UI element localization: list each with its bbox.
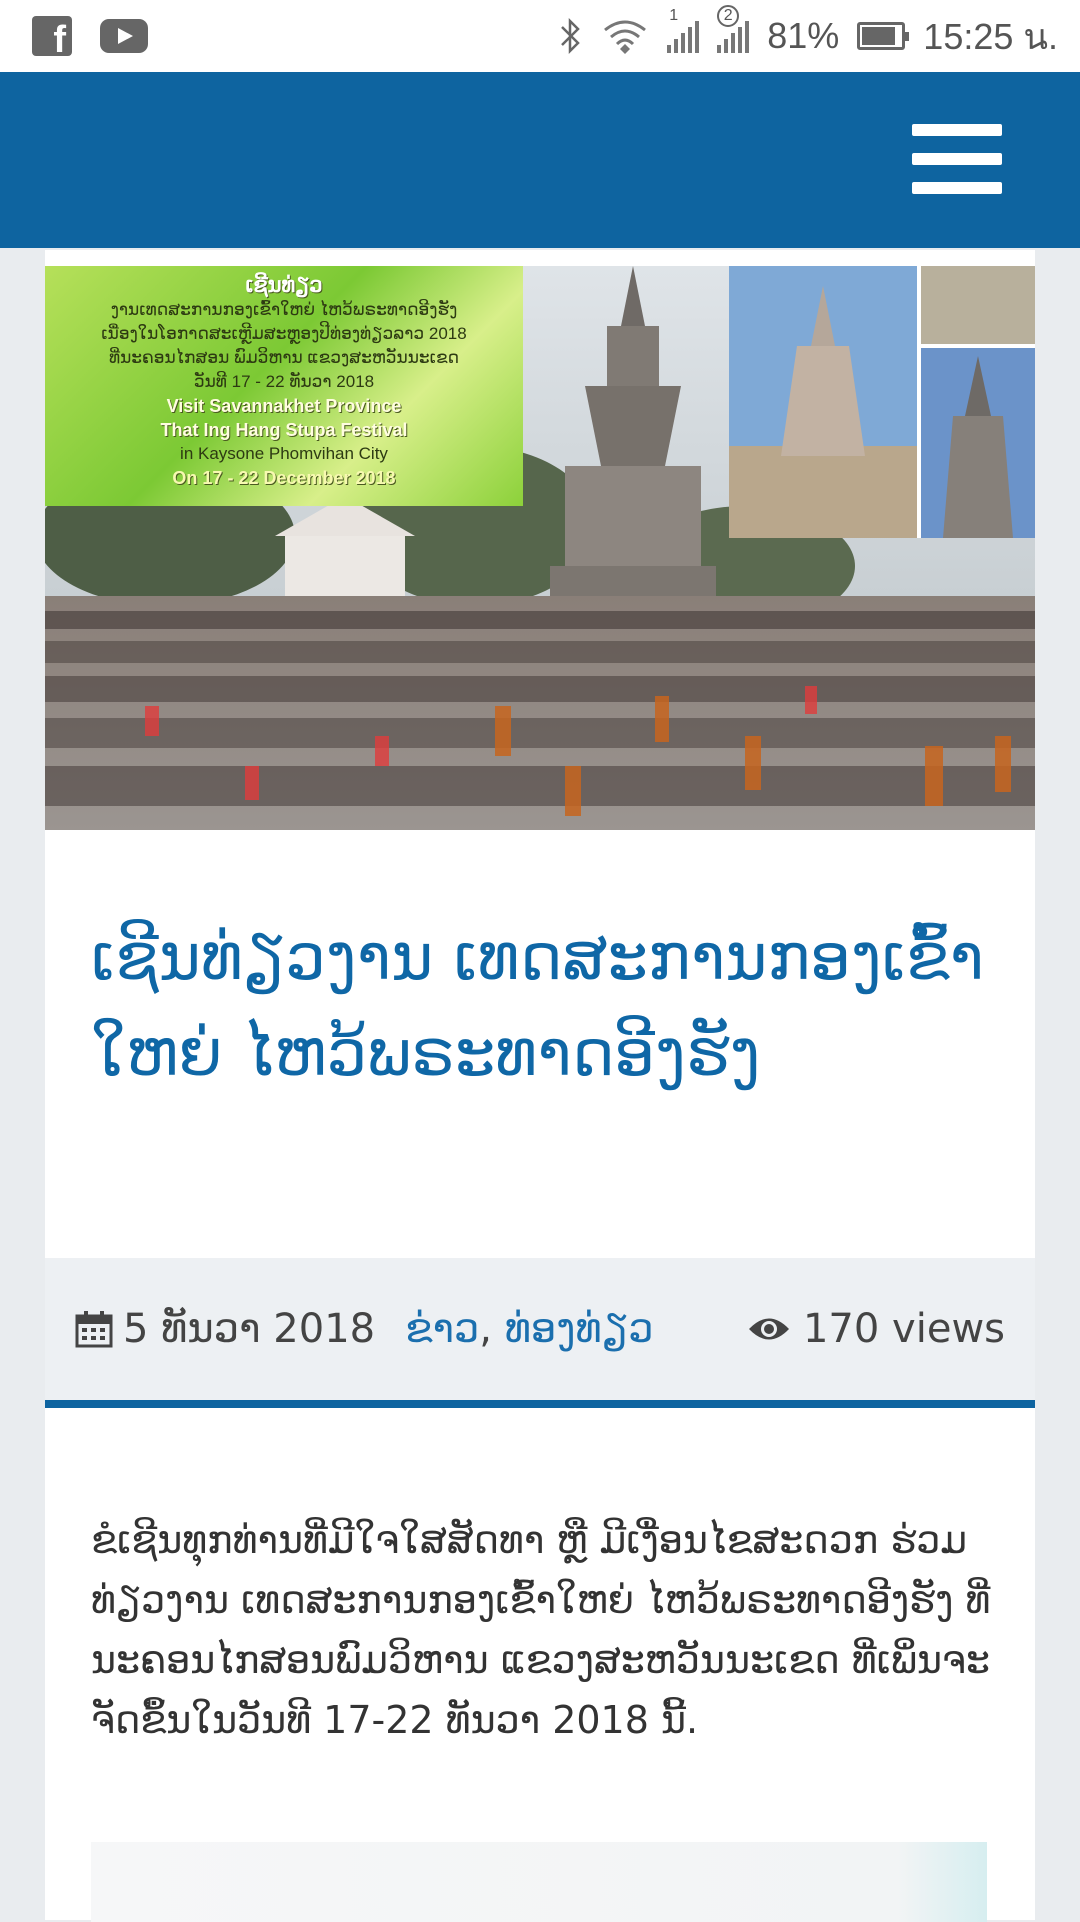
- youtube-icon: [100, 19, 148, 53]
- battery-icon: [857, 22, 910, 50]
- sim1-label: 1: [669, 7, 679, 24]
- status-bar: 1 2 81% 15:25 น.: [0, 0, 1080, 72]
- views-count: 170 views: [802, 1306, 1005, 1352]
- signal-icon-sim2: 2: [717, 5, 750, 53]
- calendar-icon: [75, 1311, 113, 1348]
- article-card: ເຊີນທ່ຽວ ງານເທດສະການກອງເຂົ້າໃຫຍ່ ໄຫວ້ພຣະ…: [45, 250, 1035, 1922]
- eye-icon: [748, 1318, 789, 1340]
- banner-line: ເຊີນທ່ຽວ: [245, 274, 323, 297]
- site-header: [0, 72, 1080, 248]
- article-title: ເຊີນທ່ຽວງານ ເທດສະການກອງເຂົ້າໃຫຍ່ ໄຫວ້ພຣະ…: [91, 921, 984, 1091]
- article-meta-bar: 5 ທັນວາ 2018 ຂ່າວ, ທ່ອງທ່ຽວ 170 views: [45, 1258, 1035, 1408]
- signal-icon-sim1: 1: [667, 7, 700, 53]
- wifi-icon: [604, 20, 647, 54]
- hero-image: ເຊີນທ່ຽວ ງານເທດສະການກອງເຂົ້າໃຫຍ່ ໄຫວ້ພຣະ…: [45, 266, 1035, 830]
- category-link-news[interactable]: ຂ່າວ: [405, 1306, 479, 1352]
- banner-line: ເນື່ອງໃນໂອກາດສະເຫຼີມສະຫຼອງປີທ່ອງທ່ຽວລາວ …: [101, 324, 467, 343]
- category-separator: ,: [479, 1306, 493, 1352]
- article-image: [91, 1842, 987, 1922]
- category-links: ຂ່າວ, ທ່ອງທ່ຽວ: [405, 1306, 654, 1352]
- festival-banner: ເຊີນທ່ຽວ ງານເທດສະການກອງເຂົ້າໃຫຍ່ ໄຫວ້ພຣະ…: [45, 266, 523, 506]
- battery-percent: 81%: [767, 15, 840, 56]
- facebook-icon: [32, 16, 72, 62]
- banner-line: ທີ່ນະຄອນໄກສອນ ພົມວິຫານ ແຂວງສະຫວັນນະເຂດ: [108, 348, 460, 367]
- banner-line: That Ing Hang Stupa Festival: [160, 420, 408, 440]
- publish-date: 5 ທັນວາ 2018: [123, 1306, 376, 1352]
- banner-line: Visit Savannakhet Province: [166, 396, 402, 416]
- views-counter: 170 views: [747, 1306, 1005, 1352]
- clock: 15:25 น.: [923, 15, 1058, 57]
- banner-line: in Kaysone Phomvihan City: [180, 444, 388, 463]
- category-link-tourism[interactable]: ທ່ອງທ່ຽວ: [505, 1306, 654, 1352]
- hamburger-menu-icon[interactable]: [912, 124, 1002, 194]
- bluetooth-icon: [561, 17, 581, 55]
- article-body: ຂໍເຊີນທຸກທ່ານທີ່ມີໃຈໃສສັດທາ ຫຼື ມີເງື່ອນ…: [91, 1518, 991, 1742]
- banner-line: On 17 - 22 December 2018: [172, 468, 396, 488]
- banner-line: ວັນທີ 17 - 22 ທັນວາ 2018: [193, 372, 375, 391]
- banner-line: ງານເທດສະການກອງເຂົ້າໃຫຍ່ ໄຫວ້ພຣະທາດອີງຮັງ: [110, 300, 458, 319]
